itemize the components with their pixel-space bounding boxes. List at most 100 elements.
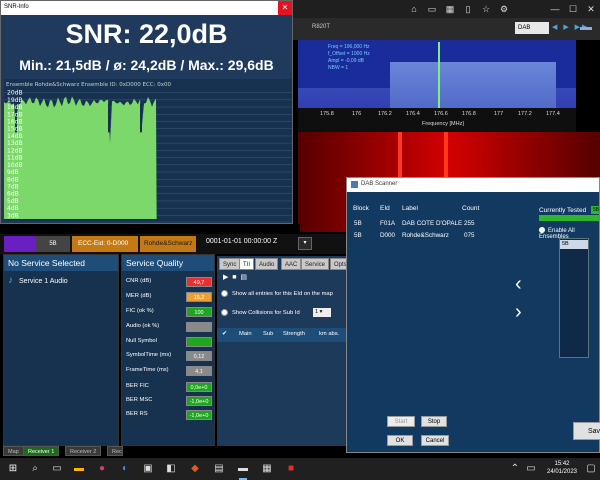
maximize-button[interactable]: ☐ <box>564 0 582 18</box>
network-icon[interactable]: ▭ <box>524 462 538 476</box>
snr-current-value: SNR: 22,0dB <box>65 19 228 49</box>
freq-tick: 176.2 <box>378 111 392 117</box>
scan-row-eid[interactable]: F01A <box>380 220 395 227</box>
file-explorer-icon[interactable]: ▭ <box>50 462 64 476</box>
y-tick-label: 4dB <box>7 205 19 212</box>
quality-value: 4,1 <box>186 366 212 376</box>
frequency-axis-title: Frequency [MHz] <box>422 121 464 127</box>
device-icon[interactable]: ▯ <box>462 3 474 15</box>
tab-receiver-3[interactable]: Receiver 3 <box>107 446 123 456</box>
star-icon[interactable]: ☆ <box>480 3 492 15</box>
chevron-down-icon[interactable]: ▾ <box>298 237 312 250</box>
app-icon[interactable]: ● <box>95 462 109 476</box>
currently-tested-progress <box>539 215 600 221</box>
frequency-axis: 175.8 176 176.2 176.4 176.6 176.8 177 17… <box>298 108 576 132</box>
scan-row-block[interactable]: 5B <box>354 220 362 227</box>
column-header[interactable]: Strength <box>283 331 305 337</box>
settings-icon[interactable]: ⚙ <box>498 3 510 15</box>
channel-item[interactable]: 5B <box>560 240 588 249</box>
y-tick-label: 12dB <box>7 147 23 154</box>
quality-row: FrameTime (ms) 4,1 <box>126 366 212 376</box>
channel-list[interactable]: 5B <box>559 238 589 358</box>
tab-receiver-1[interactable]: Receiver 1 <box>23 446 60 456</box>
app-icon[interactable]: ◧ <box>164 462 178 476</box>
app-icon[interactable]: ◆ <box>188 462 202 476</box>
signal-indicator <box>4 236 36 252</box>
spectrum-overlay-line: Ampl = -0,09 dB <box>328 58 364 64</box>
quality-row: BER RS -1,0e+0 <box>126 410 212 420</box>
stop-button[interactable]: Stop <box>421 416 447 427</box>
windows-start-icon[interactable]: ⊞ <box>6 462 20 476</box>
show-collisions-radio[interactable] <box>221 309 228 316</box>
scan-row-count[interactable]: 255 <box>464 220 475 227</box>
minimize-button[interactable]: — <box>546 0 564 18</box>
app-icon[interactable]: ▤ <box>212 462 226 476</box>
clock-time[interactable]: 15:42 <box>542 461 582 467</box>
tab-receiver-2[interactable]: Receiver 2 <box>65 446 102 456</box>
search-icon[interactable]: ⌕ <box>28 462 42 476</box>
clock-date[interactable]: 24/01/2023 <box>542 469 582 475</box>
close-button[interactable]: ✕ <box>278 1 292 15</box>
start-button[interactable]: Start <box>387 416 415 427</box>
tab-aac[interactable]: AAC <box>281 258 302 270</box>
show-all-label: Show all entries for this EId on the map <box>232 291 333 297</box>
device-label: R820T <box>312 24 331 30</box>
freq-tick: 176.8 <box>462 111 476 117</box>
freq-tick: 177 <box>494 111 504 117</box>
tab-service[interactable]: Service <box>301 258 330 270</box>
enable-all-radio[interactable] <box>539 227 545 233</box>
scan-row-label[interactable]: DAB COTE D'OPALE <box>402 220 462 227</box>
service-quality-panel: Service Quality CNR (dB) 49,7 MER (dB) 15,2… <box>121 254 215 446</box>
edge-icon[interactable]: ◐ <box>118 462 132 476</box>
app-icon[interactable]: ■ <box>284 462 298 476</box>
quality-label: BER FIC <box>126 383 149 389</box>
ok-button[interactable]: OK <box>387 435 413 446</box>
column-header[interactable]: Main <box>239 331 252 337</box>
column-header[interactable]: Sub <box>263 331 273 337</box>
spectrum-overlay-line: Freq = 196,000 Hz <box>328 44 370 50</box>
scan-row-eid[interactable]: D000 <box>380 232 395 239</box>
freq-tick: 177.2 <box>518 111 532 117</box>
cast-icon[interactable]: ▭ <box>426 3 438 15</box>
snr-statistics: Min.: 21,5dB / ø: 24,2dB / Max.: 29,6dB <box>19 57 274 73</box>
mode-select[interactable]: DAB <box>515 22 549 34</box>
y-tick-label: 10dB <box>7 162 23 169</box>
scan-row-block[interactable]: 5B <box>354 232 362 239</box>
app-icon <box>351 181 358 188</box>
scan-row-count[interactable]: 075 <box>464 232 475 239</box>
show-all-radio[interactable] <box>221 290 228 297</box>
quality-label: SymbolTime (ms) <box>126 352 172 358</box>
dab-app-icon[interactable]: ▬ <box>236 462 250 480</box>
sub-id-select[interactable]: 1 ▾ <box>313 308 331 317</box>
quality-row: SymbolTime (ms) 0,12 <box>126 351 212 361</box>
tab-sync[interactable]: Sync <box>219 258 241 270</box>
cancel-button[interactable]: Cancel <box>421 435 449 446</box>
chevron-left-icon[interactable]: ‹ <box>515 273 522 296</box>
quality-value: 15,2 <box>186 292 212 302</box>
spectrum-slider[interactable] <box>580 27 592 30</box>
tab-audio[interactable]: Audio <box>255 258 279 270</box>
document-icon[interactable]: ▤ <box>240 274 247 281</box>
quality-label: Audio (ok %) <box>126 323 160 329</box>
play-icon[interactable]: ▶ <box>223 274 228 281</box>
notification-icon[interactable]: ▢ <box>584 462 598 476</box>
terminal-icon[interactable]: ▣ <box>141 462 155 476</box>
close-button[interactable]: ✕ <box>582 0 600 18</box>
folder-icon[interactable]: ▬ <box>72 462 86 476</box>
tab-tii[interactable]: TII <box>239 258 254 270</box>
chevron-up-icon[interactable]: ⌃ <box>508 462 522 476</box>
tab-map[interactable]: Map <box>3 446 24 456</box>
service-list-item[interactable]: ♪ Service 1 Audio <box>8 275 68 286</box>
column-header[interactable]: km abs. <box>319 331 339 337</box>
chevron-right-icon[interactable]: › <box>515 301 522 324</box>
grid-icon[interactable]: ▦ <box>444 3 456 15</box>
home-icon[interactable]: ⌂ <box>408 3 420 15</box>
service-panel-header: No Service Selected <box>4 255 118 271</box>
y-tick-label: 17dB <box>7 111 23 118</box>
scan-row-label[interactable]: Rohde&Schwarz <box>402 232 449 239</box>
scanner-titlebar: DAB Scanner <box>347 178 599 192</box>
y-tick-label: 5dB <box>7 198 19 205</box>
save-button[interactable]: Save <box>573 422 600 440</box>
stop-icon[interactable]: ■ <box>232 274 236 281</box>
app-icon[interactable]: ▦ <box>260 462 274 476</box>
